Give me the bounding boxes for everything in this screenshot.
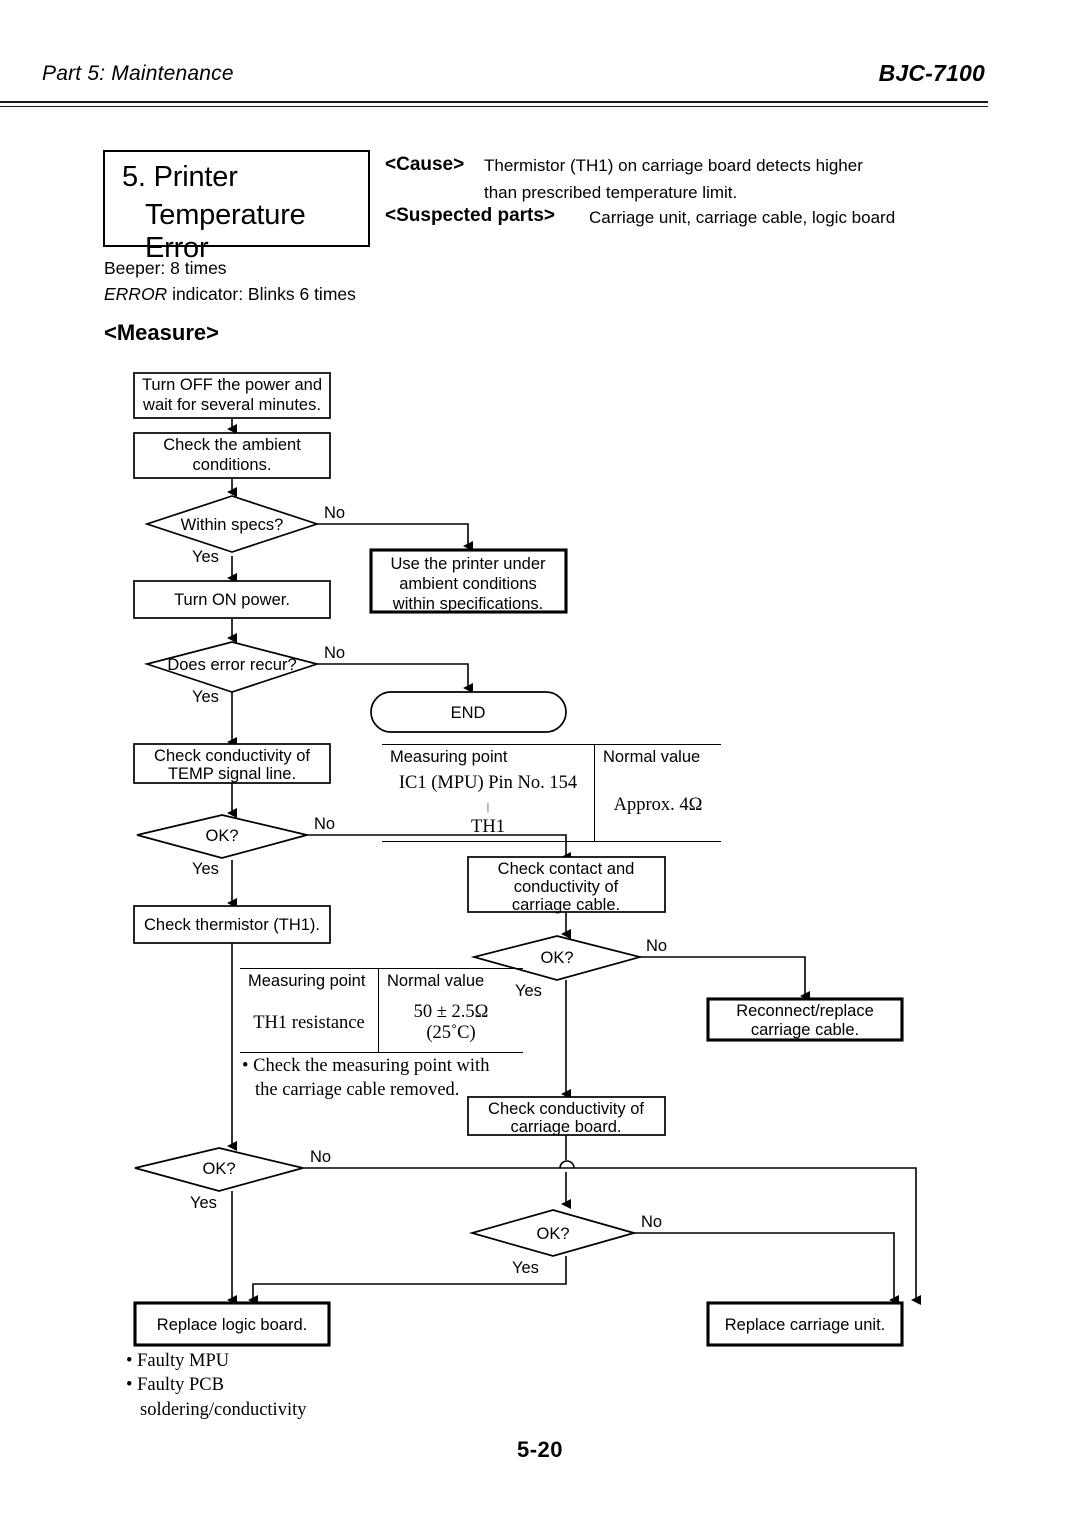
decision-within-specs-label: Within specs? [181, 516, 284, 534]
decision-ok-carriage-board-yes: Yes [512, 1259, 539, 1277]
decision-within-specs-yes: Yes [192, 548, 219, 566]
node-use-printer-line3: within specifications. [392, 595, 543, 613]
footnote-line1: • Faulty MPU [126, 1351, 230, 1371]
table1-header-point: Measuring point [382, 744, 595, 770]
node-turn-off-power-line2: wait for several minutes. [142, 396, 321, 414]
decision-error-recur-no: No [324, 644, 345, 662]
edge-d2-no [317, 663, 473, 693]
node-check-carriage-board-line1: Check conductivity of [488, 1100, 644, 1118]
footnote-line2: • Faulty PCB [126, 1375, 224, 1396]
node-use-printer-line1: Use the printer under [390, 555, 546, 573]
node-check-temp-signal-line1: Check conductivity of [154, 747, 310, 765]
edge-d1-no [317, 523, 473, 551]
table1-cell-value: Approx. 4Ω [594, 770, 721, 843]
node-replace-carriage-unit-label: Replace carriage unit. [725, 1316, 886, 1334]
decision-ok-temp-signal-no: No [314, 815, 335, 833]
node-replace-logic-board-label: Replace logic board. [157, 1316, 307, 1334]
table1-header-row: Measuring point Normal value [382, 744, 721, 770]
table2-header-value: Normal value [378, 968, 523, 994]
node-use-printer-line2: ambient conditions [399, 575, 537, 593]
table1-point-separator: | [486, 800, 490, 813]
decision-error-recur-label: Does error recur? [167, 656, 296, 674]
decision-ok-carriage-cable-label: OK? [540, 949, 573, 967]
node-end-label: END [451, 704, 486, 722]
table1-data-row: IC1 (MPU) Pin No. 154 | TH1 Approx. 4Ω [382, 770, 721, 843]
table2-header-row: Measuring point Normal value [240, 968, 523, 994]
decision-within-specs-no: No [324, 504, 345, 522]
table1-header-value: Normal value [594, 744, 721, 770]
decision-ok-thermistor-yes: Yes [190, 1194, 217, 1212]
node-check-temp-signal-line2: TEMP signal line. [168, 765, 296, 783]
node-check-contact-cable-line1: Check contact and [498, 860, 635, 878]
line-hop-bridge [559, 1160, 575, 1169]
table2-header-point: Measuring point [240, 968, 379, 994]
node-check-contact-cable-line2: conductivity of [514, 878, 619, 896]
node-check-carriage-board-line2: carriage board. [511, 1118, 622, 1136]
measurement-table-2: Measuring point Normal value TH1 resista… [240, 968, 523, 1053]
edge-d4-no [640, 956, 810, 1001]
table2-note-line2: the carriage cable removed. [255, 1079, 460, 1100]
node-check-thermistor-label: Check thermistor (TH1). [144, 916, 320, 934]
decision-error-recur-yes: Yes [192, 688, 219, 706]
decision-ok-carriage-board-label: OK? [536, 1225, 569, 1243]
table2-cell-value: 50 ± 2.5Ω (25˚C) [378, 994, 523, 1053]
edge-d6-no [634, 1232, 899, 1305]
node-check-ambient-line2: conditions. [193, 456, 272, 474]
decision-ok-thermistor-no: No [310, 1148, 331, 1166]
table2-cell-point: TH1 resistance [240, 994, 379, 1053]
node-turn-on-power-label: Turn ON power. [174, 591, 290, 609]
decision-ok-temp-signal-label: OK? [205, 827, 238, 845]
node-turn-off-power-line1: Turn OFF the power and [142, 376, 322, 394]
table1-point-line2: TH1 [471, 816, 505, 837]
node-reconnect-cable-line2: carriage cable. [751, 1021, 859, 1039]
measurement-table-1: Measuring point Normal value IC1 (MPU) P… [382, 744, 721, 843]
document-page: Part 5: Maintenance BJC-7100 5. Printer … [0, 0, 1080, 1528]
decision-ok-carriage-cable-no: No [646, 937, 667, 955]
node-reconnect-cable-line1: Reconnect/replace [736, 1002, 874, 1020]
table2-data-row: TH1 resistance 50 ± 2.5Ω (25˚C) [240, 994, 523, 1053]
table2-note: • Check the measuring point with the car… [242, 1055, 489, 1102]
footnote-line3: soldering/conductivity [140, 1399, 307, 1420]
decision-ok-thermistor-label: OK? [202, 1160, 235, 1178]
table1-point-line1: IC1 (MPU) Pin No. 154 [398, 773, 578, 793]
table1-cell-point: IC1 (MPU) Pin No. 154 | TH1 [382, 770, 595, 843]
node-check-contact-cable-line3: carriage cable. [512, 896, 620, 914]
decision-ok-carriage-board-no: No [641, 1213, 662, 1231]
table2-note-line1: • Check the measuring point with [242, 1056, 490, 1076]
decision-ok-temp-signal-yes: Yes [192, 860, 219, 878]
logic-board-footnotes: • Faulty MPU • Faulty PCB soldering/cond… [126, 1349, 306, 1422]
page-number: 5-20 [516, 1437, 564, 1462]
node-check-ambient-line1: Check the ambient [163, 436, 301, 454]
